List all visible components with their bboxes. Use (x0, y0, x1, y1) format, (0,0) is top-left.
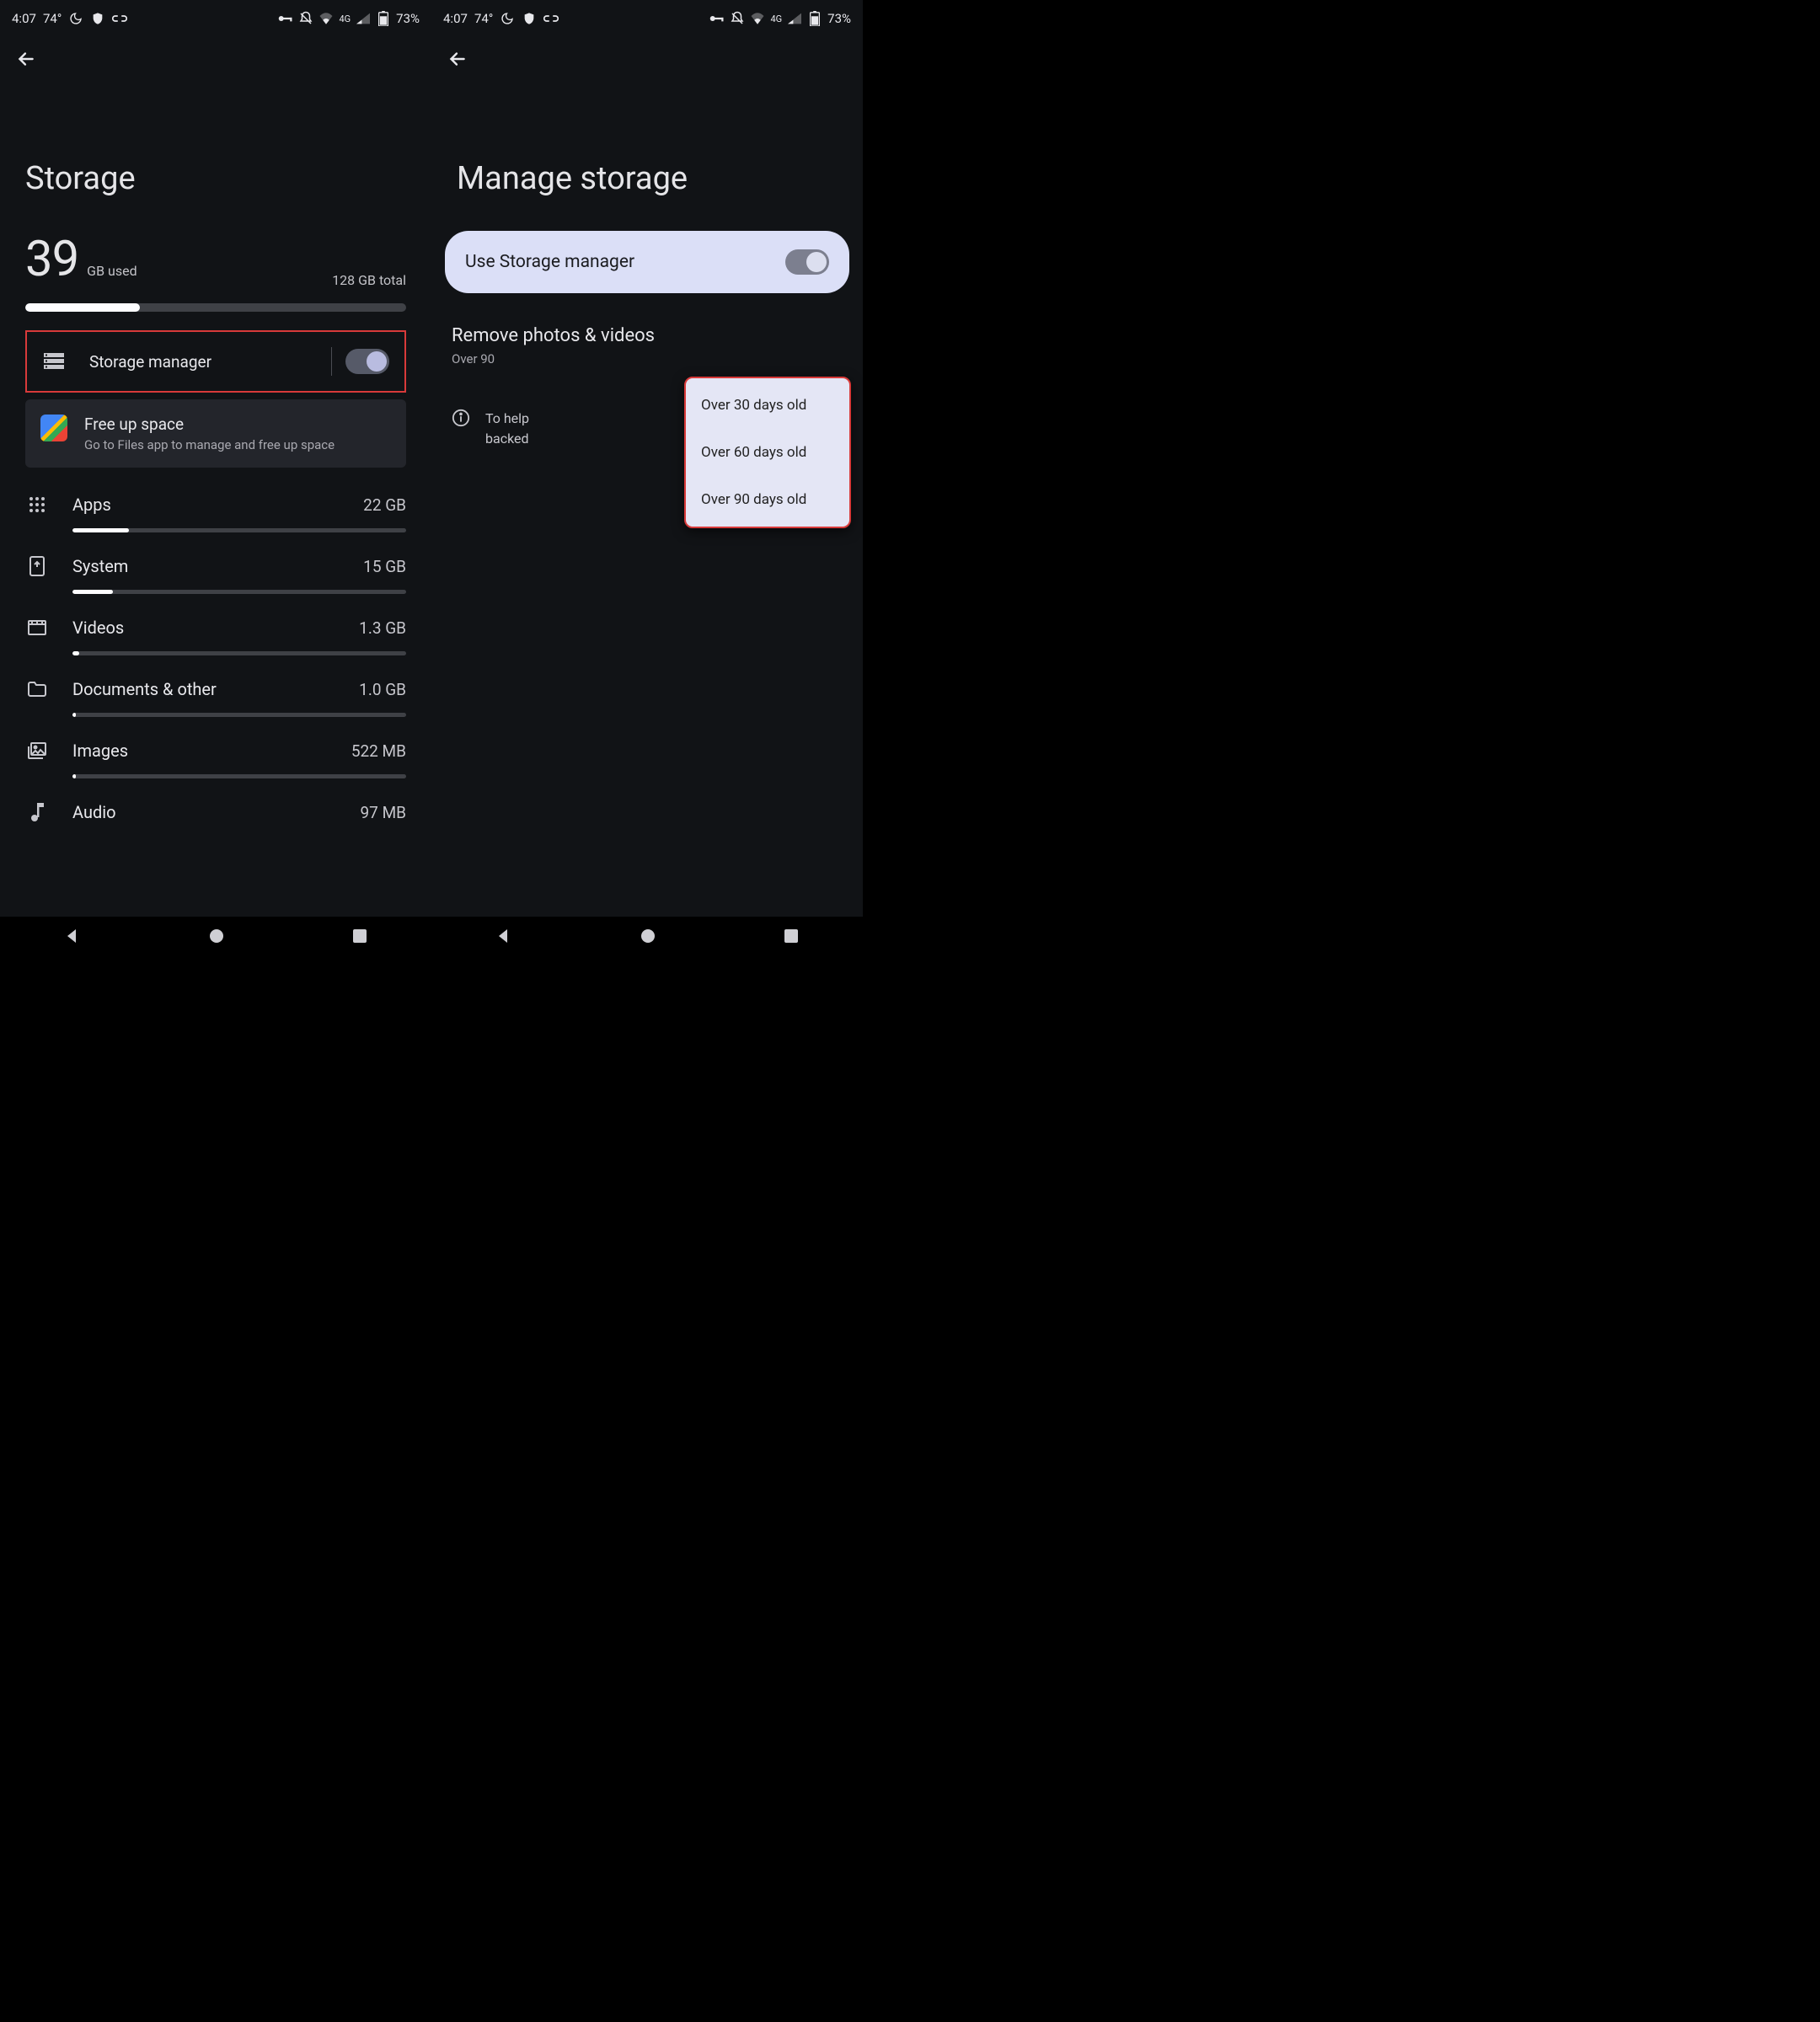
shield-icon (90, 11, 105, 26)
moon-icon (500, 11, 515, 26)
link-icon (543, 11, 559, 26)
folder-icon (25, 682, 49, 697)
system-icon (25, 556, 49, 576)
menu-item-30[interactable]: Over 30 days old (686, 382, 849, 429)
category-value: 1.3 GB (359, 618, 406, 638)
category-value: 97 MB (361, 803, 407, 822)
network-4g: 4G (770, 13, 782, 24)
moon-icon (68, 11, 83, 26)
signal-icon (787, 11, 802, 26)
nav-home-button[interactable] (640, 928, 656, 947)
category-value: 15 GB (363, 557, 406, 576)
use-storage-manager-toggle[interactable] (785, 249, 829, 275)
status-bar: 4:07 74° (0, 0, 431, 37)
images-icon (25, 742, 49, 759)
storage-icon (42, 353, 66, 370)
usage-label: GB used (87, 263, 136, 279)
battery-pct: 73% (396, 11, 420, 26)
info-icon (452, 409, 470, 449)
nav-recent-button[interactable] (784, 928, 799, 947)
remove-photos-header[interactable]: Remove photos & videos (431, 293, 863, 348)
usage-total: 128 GB total (332, 272, 406, 288)
page-title: Storage (0, 84, 431, 231)
network-4g: 4G (339, 13, 351, 24)
status-bar: 4:07 74° 4G 73% (431, 0, 863, 37)
category-name: Videos (72, 618, 359, 638)
nav-home-button[interactable] (209, 928, 224, 947)
wifi-icon (318, 11, 334, 26)
apps-icon (25, 496, 49, 513)
nav-back-button[interactable] (64, 928, 81, 948)
category-row-images[interactable]: Images 522 MB (25, 725, 406, 787)
vpn-key-icon (709, 11, 725, 26)
signal-icon (356, 11, 371, 26)
storage-screen: 4:07 74° (0, 0, 431, 917)
category-value: 22 GB (363, 495, 406, 515)
menu-item-60[interactable]: Over 60 days old (686, 429, 849, 476)
free-up-space-row[interactable]: Free up space Go to Files app to manage … (25, 399, 406, 468)
videos-icon (25, 620, 49, 635)
category-value: 522 MB (351, 741, 406, 761)
usage-bar (25, 303, 406, 312)
category-name: Apps (72, 495, 363, 515)
mute-icon (730, 11, 745, 26)
status-temp: 74° (43, 11, 62, 26)
category-name: System (72, 556, 363, 576)
files-app-icon (40, 415, 67, 441)
age-options-menu: Over 30 days old Over 60 days old Over 9… (684, 377, 851, 528)
back-button[interactable] (15, 48, 37, 73)
use-storage-manager-row[interactable]: Use Storage manager (445, 231, 849, 293)
category-name: Images (72, 741, 351, 761)
usage-summary: 39 GB used 128 GB total (25, 231, 406, 288)
status-temp: 74° (474, 11, 493, 26)
category-row-audio[interactable]: Audio 97 MB (25, 787, 406, 822)
free-up-title: Free up space (84, 415, 335, 434)
category-row-system[interactable]: System 15 GB (25, 541, 406, 602)
back-button[interactable] (447, 48, 468, 73)
remove-photos-sub: Over 90 (431, 348, 863, 366)
divider (331, 347, 332, 376)
page-title: Manage storage (431, 84, 863, 231)
shield-icon (522, 11, 537, 26)
status-time: 4:07 (12, 11, 36, 26)
category-row-videos[interactable]: Videos 1.3 GB (25, 602, 406, 664)
nav-back-button[interactable] (495, 928, 512, 948)
storage-manager-toggle[interactable] (345, 349, 389, 374)
free-up-subtitle: Go to Files app to manage and free up sp… (84, 437, 335, 452)
menu-item-90[interactable]: Over 90 days old (686, 476, 849, 523)
battery-pct: 73% (827, 11, 851, 26)
category-row-apps[interactable]: Apps 22 GB (25, 479, 406, 541)
storage-manager-label: Storage manager (89, 352, 331, 372)
nav-recent-button[interactable] (352, 928, 367, 947)
status-time: 4:07 (443, 11, 468, 26)
battery-icon (807, 11, 822, 26)
link-icon (112, 11, 127, 26)
category-name: Audio (72, 802, 361, 822)
usage-value: 39 (25, 231, 78, 288)
mute-icon (298, 11, 313, 26)
navigation-bar (0, 917, 863, 959)
audio-icon (25, 803, 49, 821)
category-name: Documents & other (72, 679, 359, 699)
wifi-icon (750, 11, 765, 26)
manage-storage-screen: 4:07 74° 4G 73% Manage storage (431, 0, 863, 917)
vpn-key-icon (278, 11, 293, 26)
battery-icon (376, 11, 391, 26)
category-value: 1.0 GB (359, 680, 406, 699)
category-row-documents[interactable]: Documents & other 1.0 GB (25, 664, 406, 725)
storage-manager-row[interactable]: Storage manager (25, 330, 406, 393)
use-storage-manager-label: Use Storage manager (465, 252, 634, 272)
